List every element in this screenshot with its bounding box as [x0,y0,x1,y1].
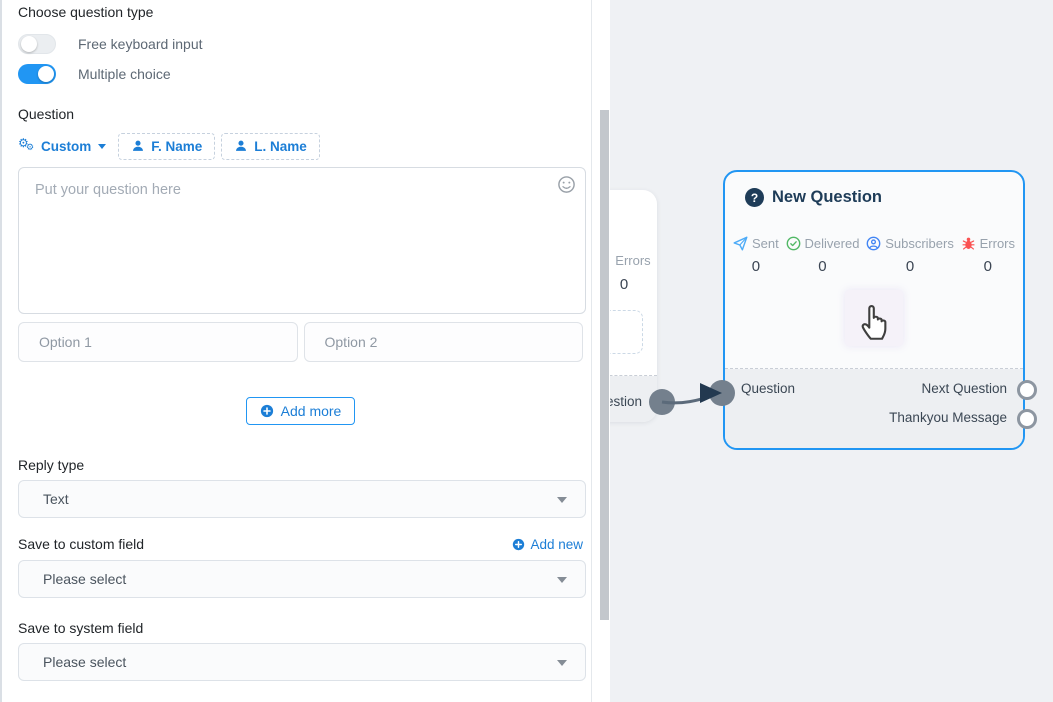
add-more-label: Add more [281,403,342,419]
person-icon [131,139,145,153]
subscribers-stat: Subscribers 0 [866,236,954,275]
errors-label: Errors [980,236,1015,251]
variable-chips-row: ⚙⚙ Custom F. Name L. Name [18,132,583,160]
partial-node-option-slot[interactable] [610,310,643,354]
partial-node-ports-section: uestion [610,376,657,422]
save-custom-field-label: Save to custom field [18,536,144,552]
hand-cursor-icon [857,296,893,341]
choose-question-type-label: Choose question type [18,4,583,20]
multiple-choice-toggle-label: Multiple choice [78,66,171,82]
sent-stat: Sent 0 [733,236,779,275]
free-keyboard-toggle-label: Free keyboard input [78,36,203,52]
emoji-picker-icon[interactable] [557,175,576,194]
question-mark-icon [745,188,764,207]
question-text-input[interactable] [18,167,586,314]
new-question-node[interactable]: New Question Sent 0 [723,170,1025,450]
delivered-stat: Delivered 0 [786,236,860,275]
connection-arrowhead [700,383,722,403]
question-label: Question [18,106,583,122]
custom-button-label: Custom [41,139,91,154]
errors-stat-value: 0 [620,276,628,293]
plus-circle-icon [512,538,525,551]
toggle-knob [38,66,54,82]
user-circle-icon [866,236,881,251]
chevron-down-icon [557,497,567,503]
flow-builder-app: Choose question type Free keyboard input… [0,0,1053,702]
add-more-button[interactable]: Add more [246,397,356,425]
chevron-down-icon [557,577,567,583]
fname-button-label: F. Name [151,139,202,154]
option-2-input[interactable] [304,322,584,362]
node-ports-section: Question Next Question Thankyou Message [725,369,1023,448]
reply-type-select[interactable]: Text [18,480,586,518]
delivered-label: Delivered [805,236,860,251]
send-icon [733,236,748,251]
errors-stat-label: Errors [615,253,650,268]
first-name-variable-button[interactable]: F. Name [118,133,215,160]
node-title: New Question [772,188,882,207]
delivered-value: 0 [818,258,826,275]
last-name-variable-button[interactable]: L. Name [221,133,320,160]
partial-question-node[interactable]: Errors 0 uestion [610,190,657,422]
system-field-select[interactable]: Please select [18,643,586,681]
free-keyboard-toggle[interactable] [18,34,56,54]
person-icon [234,139,248,153]
partial-node-errors-stat: Errors 0 [610,253,653,293]
thankyou-message-port-label: Thankyou Message [889,410,1007,425]
option-1-input[interactable] [18,322,298,362]
save-system-field-label: Save to system field [18,620,583,636]
chevron-down-icon [557,660,567,666]
toggle-knob [21,36,37,52]
options-row [18,322,583,362]
errors-stat: Errors 0 [961,236,1015,275]
node-stats-row: Sent 0 Delivered 0 [733,236,1015,275]
lname-button-label: L. Name [254,139,307,154]
add-new-label: Add new [530,537,583,552]
panel-scrollbar [600,0,609,702]
multiple-choice-toggle-row: Multiple choice [18,64,583,84]
custom-variable-dropdown-button[interactable]: ⚙⚙ Custom [18,138,112,154]
errors-stat-top: Errors [610,253,651,268]
next-question-port-label: Next Question [921,381,1007,396]
partial-node-port-label: uestion [610,394,642,409]
add-more-row: Add more [18,397,583,425]
free-keyboard-toggle-row: Free keyboard input [18,34,583,54]
bug-icon [610,254,611,268]
system-field-value: Please select [43,654,126,670]
custom-field-value: Please select [43,571,126,587]
reply-type-label: Reply type [18,457,583,473]
errors-value: 0 [984,258,992,275]
save-custom-field-row: Save to custom field Add new [18,535,583,553]
add-new-custom-field-link[interactable]: Add new [512,537,583,552]
sent-label: Sent [752,236,779,251]
custom-field-select[interactable]: Please select [18,560,586,598]
thankyou-message-output-port[interactable] [1017,409,1037,429]
check-circle-icon [786,236,801,251]
subscribers-value: 0 [906,258,914,275]
node-header: New Question [745,188,882,207]
sent-value: 0 [752,258,760,275]
plus-circle-icon [260,404,274,418]
scrollbar-thumb[interactable] [600,110,609,620]
multiple-choice-toggle[interactable] [18,64,56,84]
reply-type-value: Text [43,491,69,507]
connection-line [662,396,710,403]
flow-canvas[interactable]: Errors 0 uestion New Question [610,0,1053,702]
input-port-label: Question [741,381,795,396]
chevron-down-icon [98,144,106,149]
question-textarea-wrap [18,167,586,314]
subscribers-label: Subscribers [885,236,954,251]
next-question-output-port[interactable] [1017,380,1037,400]
gears-icon: ⚙⚙ [18,138,36,154]
question-settings-panel: Choose question type Free keyboard input… [0,0,592,702]
bug-icon [961,236,976,251]
